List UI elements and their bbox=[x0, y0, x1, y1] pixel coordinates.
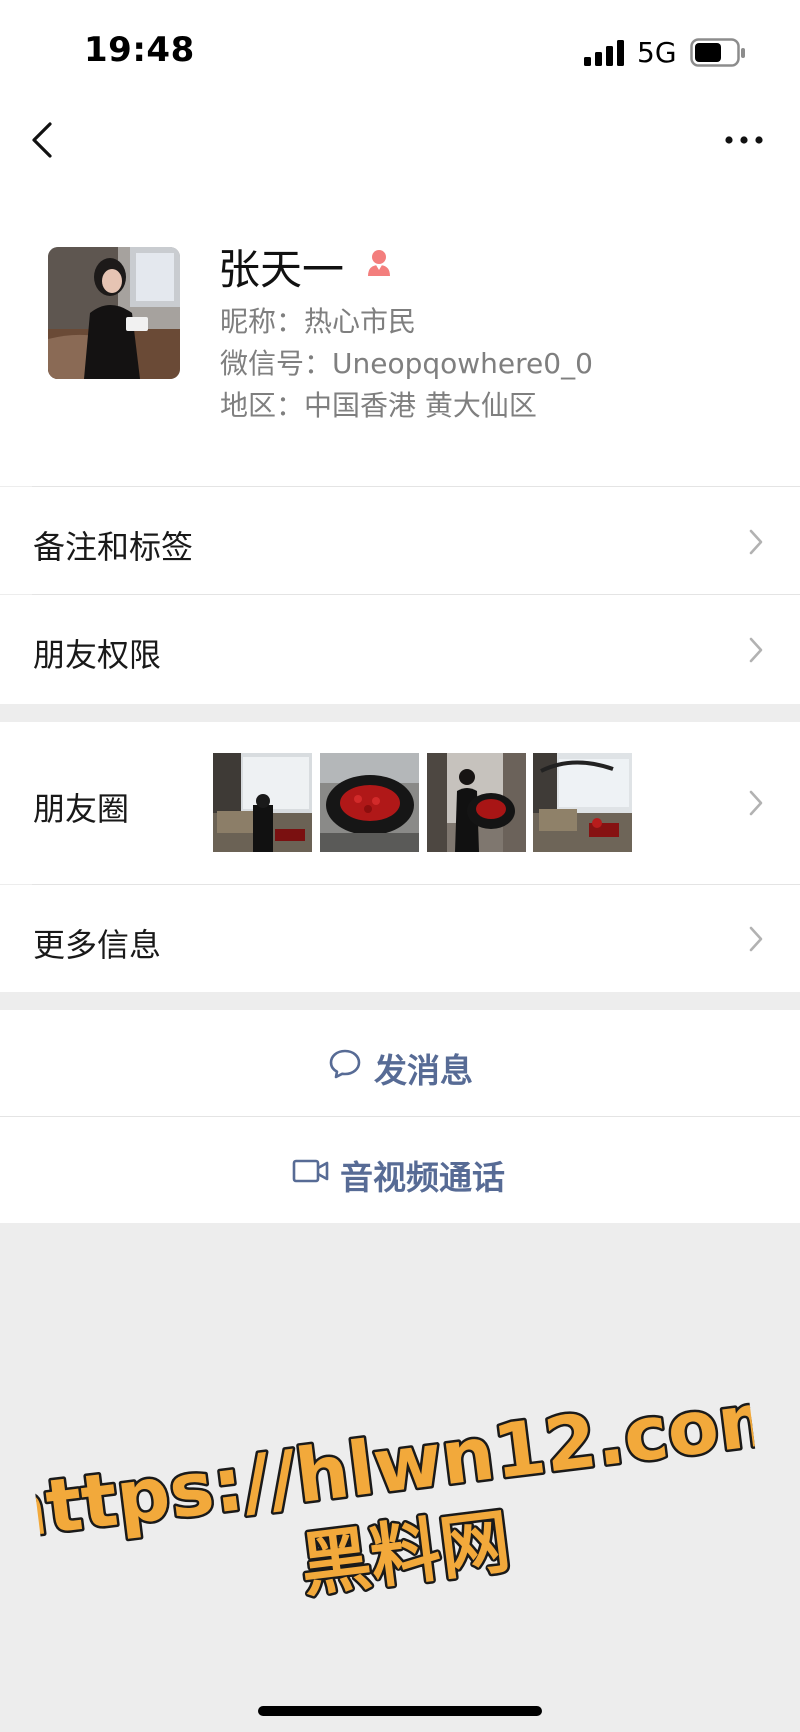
battery-icon bbox=[690, 38, 745, 67]
remarks-tags-label: 备注和标签 bbox=[33, 528, 194, 566]
moments-thumbnail bbox=[320, 753, 419, 852]
chevron-right-icon bbox=[749, 529, 763, 555]
region-text: 地区：中国香港 黄大仙区 bbox=[220, 389, 537, 422]
moments-thumbnail bbox=[533, 753, 632, 852]
chevron-right-icon bbox=[749, 637, 763, 663]
nav-bar bbox=[0, 96, 800, 186]
chat-bubble-icon bbox=[329, 1049, 361, 1079]
female-gender-icon bbox=[368, 250, 390, 276]
wechat-id-text: 微信号：Uneopqowhere0_0 bbox=[220, 347, 593, 380]
friend-permissions-label: 朋友权限 bbox=[33, 636, 162, 674]
moments-thumbnail bbox=[213, 753, 312, 852]
avatar[interactable] bbox=[48, 247, 180, 379]
status-time: 19:48 bbox=[84, 30, 195, 70]
chevron-right-icon bbox=[749, 926, 763, 952]
chevron-right-icon bbox=[749, 790, 763, 816]
moments-thumbnail bbox=[427, 753, 526, 852]
network-type: 5G bbox=[637, 36, 677, 69]
more-info-label: 更多信息 bbox=[33, 926, 162, 964]
send-message-label: 发消息 bbox=[374, 1051, 473, 1090]
watermark: https://hlwn12.com 黑料网 bbox=[30, 1371, 769, 1610]
signal-strength-icon bbox=[584, 40, 624, 66]
nickname-text: 昵称：热心市民 bbox=[220, 305, 417, 338]
av-call-label: 音视频通话 bbox=[340, 1158, 505, 1197]
home-indicator[interactable] bbox=[258, 1706, 542, 1716]
back-chevron-icon[interactable] bbox=[28, 118, 56, 162]
more-options-icon[interactable] bbox=[724, 132, 764, 148]
contact-name: 张天一 bbox=[218, 245, 345, 294]
moments-label: 朋友圈 bbox=[33, 790, 130, 828]
video-camera-icon bbox=[292, 1159, 329, 1183]
